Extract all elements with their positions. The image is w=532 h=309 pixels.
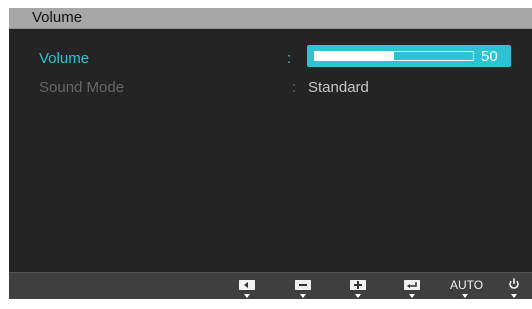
title-bar: Volume <box>9 8 532 29</box>
volume-value: 50 <box>481 48 498 65</box>
minus-button[interactable] <box>288 273 318 299</box>
menu-item-sound-mode[interactable]: Sound Mode <box>39 79 124 96</box>
slider-fill <box>315 52 394 60</box>
down-arrow-icon <box>511 294 517 298</box>
down-arrow-icon <box>355 294 361 298</box>
osd-menu: Volume Volume : 50 Sound Mode : Standard <box>9 8 532 299</box>
down-arrow-icon <box>409 294 415 298</box>
power-button[interactable] <box>499 273 529 299</box>
minus-icon <box>295 280 311 290</box>
volume-slider[interactable]: 50 <box>307 45 511 67</box>
left-arrow-icon <box>239 280 255 290</box>
slider-track <box>314 51 474 61</box>
power-icon <box>509 278 519 289</box>
menu-title: Volume <box>32 9 83 26</box>
enter-button[interactable] <box>397 273 427 299</box>
down-arrow-icon <box>300 294 306 298</box>
plus-icon <box>350 280 366 290</box>
auto-label: AUTO <box>450 278 484 292</box>
enter-icon <box>404 280 420 290</box>
separator: : <box>287 50 292 67</box>
separator: : <box>292 79 297 96</box>
plus-button[interactable] <box>343 273 373 299</box>
button-guide-bar: AUTO <box>9 272 532 299</box>
down-arrow-icon <box>244 294 250 298</box>
menu-item-volume[interactable]: Volume <box>39 50 89 67</box>
down-arrow-icon <box>462 294 468 298</box>
sound-mode-value: Standard <box>308 79 369 96</box>
left-button[interactable] <box>232 273 262 299</box>
auto-button[interactable]: AUTO <box>450 273 484 299</box>
